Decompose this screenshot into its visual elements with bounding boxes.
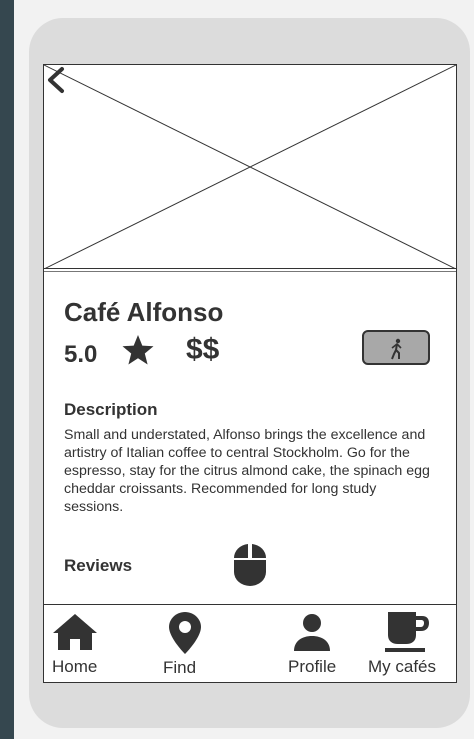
home-icon bbox=[53, 614, 97, 650]
tab-profile[interactable]: Profile bbox=[280, 605, 370, 682]
tab-home[interactable]: Home bbox=[44, 605, 134, 682]
divider bbox=[44, 271, 456, 272]
reviews-heading: Reviews bbox=[64, 556, 133, 575]
tab-label-home: Home bbox=[52, 657, 98, 676]
description-text: Small and understated, Alfonso brings th… bbox=[64, 427, 430, 515]
app-screen: Café Alfonso 5.0 $$ Description Small an… bbox=[43, 64, 457, 683]
tab-label-find: Find bbox=[163, 658, 197, 677]
cafe-name: Café Alfonso bbox=[64, 297, 224, 327]
walking-person-icon bbox=[391, 338, 402, 360]
description-heading: Description bbox=[64, 400, 158, 419]
person-icon bbox=[294, 614, 330, 651]
tab-my-cafes[interactable]: My cafés bbox=[364, 605, 456, 682]
tab-label-my-cafes: My cafés bbox=[368, 657, 437, 676]
mouse-icon bbox=[233, 544, 267, 586]
star-icon bbox=[122, 335, 154, 365]
rating-value: 5.0 bbox=[64, 341, 98, 368]
tab-label-profile: Profile bbox=[288, 657, 337, 676]
cafe-image-placeholder bbox=[44, 65, 456, 269]
price-level: $$ bbox=[186, 333, 220, 366]
coffee-cup-icon bbox=[385, 612, 429, 652]
walking-directions-button[interactable] bbox=[362, 330, 430, 365]
chevron-left-icon[interactable] bbox=[44, 65, 68, 95]
bottom-tab-bar: Home Find Profile My cafés bbox=[44, 604, 456, 682]
map-pin-icon bbox=[169, 612, 201, 654]
tab-find[interactable]: Find bbox=[144, 605, 234, 682]
